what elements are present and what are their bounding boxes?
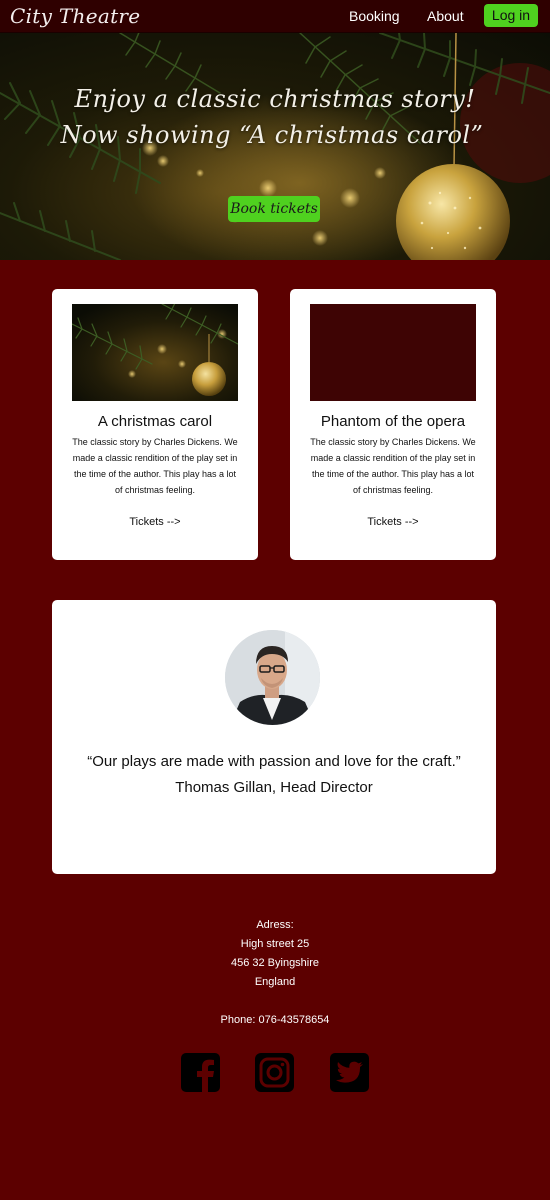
nav-link-booking[interactable]: Booking <box>349 8 400 24</box>
card-description: The classic story by Charles Dickens. We… <box>72 437 238 495</box>
page: City Theatre Booking About Log in Enjoy … <box>0 0 550 1200</box>
show-card-christmas-carol: A christmas carol The classic story by C… <box>52 289 258 560</box>
instagram-icon[interactable] <box>255 1053 294 1092</box>
tickets-link[interactable]: Tickets --> <box>52 516 258 528</box>
director-avatar <box>225 630 320 725</box>
testimonial-quote: “Our plays are made with passion and lov… <box>87 753 461 770</box>
twitter-icon[interactable] <box>330 1053 369 1092</box>
card-description: The classic story by Charles Dickens. We… <box>310 437 476 495</box>
card-title: Phantom of the opera <box>320 413 466 430</box>
site-logo[interactable]: City Theatre <box>10 4 140 28</box>
hero-subheadline: Now showing “A christmas carol” <box>60 121 484 149</box>
nav-link-about[interactable]: About <box>427 8 464 24</box>
login-button[interactable]: Log in <box>484 4 538 27</box>
address-line-country: England <box>254 976 296 988</box>
top-nav: City Theatre Booking About Log in <box>0 0 550 33</box>
facebook-icon[interactable] <box>181 1053 220 1092</box>
hero-headline: Enjoy a classic christmas story! <box>74 85 476 113</box>
phone-number: Phone: 076-43578654 <box>220 1014 330 1026</box>
phantom-opera-image <box>310 304 476 401</box>
testimonial-card: “Our plays are made with passion and lov… <box>52 600 496 874</box>
card-title: A christmas carol <box>97 413 213 430</box>
hero-banner: Enjoy a classic christmas story! Now sho… <box>0 33 550 260</box>
address-line-postcode: 456 32 Byingshire <box>230 957 320 969</box>
book-tickets-button[interactable]: Book tickets <box>228 196 320 222</box>
address-line-street: High street 25 <box>240 938 310 950</box>
show-card-phantom-opera: Phantom of the opera The classic story b… <box>290 289 496 560</box>
address-label: Adress: <box>256 919 294 931</box>
testimonial-author: Thomas Gillan, Head Director <box>175 779 373 796</box>
christmas-carol-image <box>72 304 238 401</box>
tickets-link[interactable]: Tickets --> <box>290 516 496 528</box>
